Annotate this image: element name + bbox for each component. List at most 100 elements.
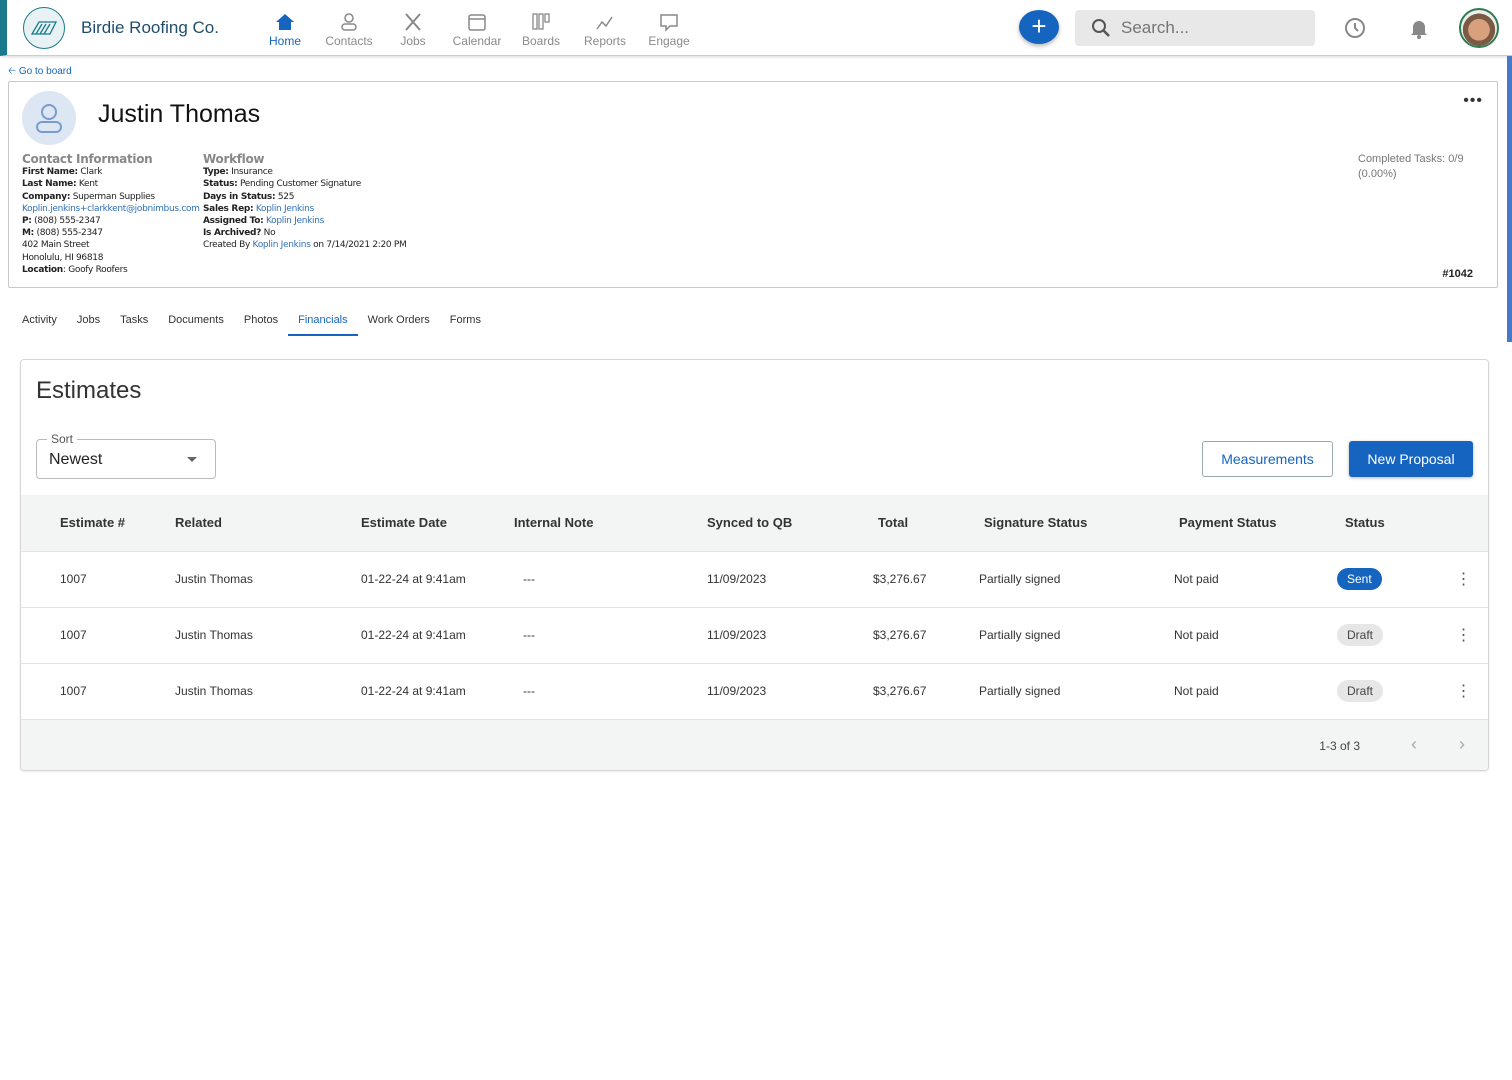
is-archived: No [263,228,276,239]
scrollbar[interactable] [1507,56,1512,342]
tab-financials[interactable]: Financials [288,306,358,336]
contact-card: Justin Thomas ••• Contact Information Fi… [8,81,1498,288]
contact-name: Justin Thomas [98,100,261,128]
created-prefix: Created By [203,240,250,251]
tab-documents[interactable]: Documents [158,306,234,336]
nav-home[interactable]: Home [253,12,317,48]
search-bar[interactable] [1075,10,1315,46]
chevron-down-icon [187,457,197,467]
contact-avatar [22,91,76,145]
estimate-number: 1007 [60,606,175,663]
tab-tasks[interactable]: Tasks [110,306,158,336]
table-row[interactable]: 1007 Justin Thomas 01-22-24 at 9:41am --… [21,606,1488,663]
sales-rep-link[interactable]: Koplin Jenkins [256,204,314,214]
tab-activity[interactable]: Activity [12,306,67,336]
table-row[interactable]: 1007 Justin Thomas 01-22-24 at 9:41am --… [21,662,1488,719]
signature-status: Partially signed [979,662,1174,719]
row-more-icon[interactable]: ⋮ [1437,550,1488,607]
notification-bell-icon[interactable] [1407,16,1431,40]
field-label: P: [22,216,32,227]
related: Justin Thomas [175,550,361,607]
email-link[interactable]: Koplin.jenkins+clarkkent@jobnimbus.com [22,203,200,215]
nav-calendar[interactable]: Calendar [445,12,509,48]
street: 402 Main Street [22,240,90,251]
add-button[interactable]: + [1019,10,1059,44]
estimates-table: Estimate # Related Estimate Date Interna… [21,495,1488,719]
tab-jobs[interactable]: Jobs [67,306,110,336]
more-options-button[interactable]: ••• [1463,92,1483,110]
chat-icon [660,14,678,32]
related: Justin Thomas [175,662,361,719]
row-more-icon[interactable]: ⋮ [1437,662,1488,719]
assigned-to-link[interactable]: Koplin Jenkins [266,216,324,226]
field-label: M: [22,228,34,239]
col-payment-status[interactable]: Payment Status [1174,495,1337,551]
top-navbar: Birdie Roofing Co. Home Contacts Jobs Ca… [0,0,1512,56]
section-title: Contact Information [22,152,153,166]
nav-boards[interactable]: Boards [509,12,573,48]
days-in-status: 525 [277,191,295,202]
workflow-info: Workflow Type: Insurance Status: Pending… [203,153,407,252]
col-related[interactable]: Related [175,495,361,551]
field-label: Assigned To: [203,216,264,227]
section-title: Workflow [203,152,265,166]
field-label: Type: [203,167,229,178]
company: Superman Supplies [72,191,155,202]
nav-label: Boards [521,34,561,48]
user-avatar[interactable] [1459,8,1499,48]
new-proposal-button[interactable]: New Proposal [1349,441,1473,477]
col-status[interactable]: Status [1337,495,1437,551]
nav-label: Contacts [325,34,373,48]
last-name: Kent [78,179,98,190]
type: Insurance [231,167,273,178]
payment-status: Not paid [1174,550,1337,607]
nav-jobs[interactable]: Jobs [381,12,445,48]
table-row[interactable]: 1007 Justin Thomas 01-22-24 at 9:41am --… [21,550,1488,607]
first-name: Clark [80,167,103,178]
field-label: Sales Rep: [203,203,254,214]
next-page-button[interactable]: › [1459,734,1465,755]
nav-label: Calendar [452,34,502,48]
mobile: (808) 555-2347 [36,228,104,239]
tab-photos[interactable]: Photos [234,306,288,336]
col-estimate-number[interactable]: Estimate # [60,495,175,551]
status-badge: Draft [1337,624,1384,646]
completed-tasks: Completed Tasks: 0/9 (0.00%) [1358,153,1464,180]
synced-to-qb: 11/09/2023 [707,606,873,663]
contact-information: Contact Information First Name: Clark La… [22,153,200,276]
tab-bar: Activity Jobs Tasks Documents Photos Fin… [12,306,491,336]
measurements-button[interactable]: Measurements [1202,441,1333,477]
signature-status: Partially signed [979,606,1174,663]
status-badge: Draft [1337,680,1384,703]
col-signature-status[interactable]: Signature Status [979,495,1174,551]
nav-engage[interactable]: Engage [637,12,701,48]
search-icon [1092,19,1110,37]
go-to-board-link[interactable]: 🡠 Go to board [8,64,72,81]
company-logo[interactable] [23,7,65,49]
sort-label: Sort [47,432,78,446]
estimates-panel: Estimates Sort Newest Measurements New P… [20,359,1489,771]
table-footer: 1-3 of 3 ‹ › [21,719,1488,770]
col-total[interactable]: Total [873,495,979,551]
created-by-link[interactable]: Koplin Jenkins [253,240,311,250]
estimate-date: 01-22-24 at 9:41am [361,662,514,719]
col-synced-to-qb[interactable]: Synced to QB [707,495,873,551]
nav-reports[interactable]: Reports [573,12,637,48]
row-more-icon[interactable]: ⋮ [1437,606,1488,663]
history-clock-icon[interactable] [1343,16,1367,40]
col-internal-note[interactable]: Internal Note [514,495,707,551]
payment-status: Not paid [1174,662,1337,719]
pagination-label: 1-3 of 3 [1319,739,1360,753]
field-label: Status: [203,179,238,190]
previous-page-button[interactable]: ‹ [1411,734,1417,755]
tab-work-orders[interactable]: Work Orders [358,306,440,336]
sort-select[interactable]: Sort Newest [36,432,216,479]
boards-icon [532,13,550,30]
city: Honolulu, HI 96818 [22,252,104,263]
sort-value: Newest [49,451,103,468]
search-input[interactable] [1121,18,1301,38]
tab-forms[interactable]: Forms [440,306,491,336]
col-estimate-date[interactable]: Estimate Date [361,495,514,551]
estimate-date: 01-22-24 at 9:41am [361,550,514,607]
nav-contacts[interactable]: Contacts [317,12,381,48]
